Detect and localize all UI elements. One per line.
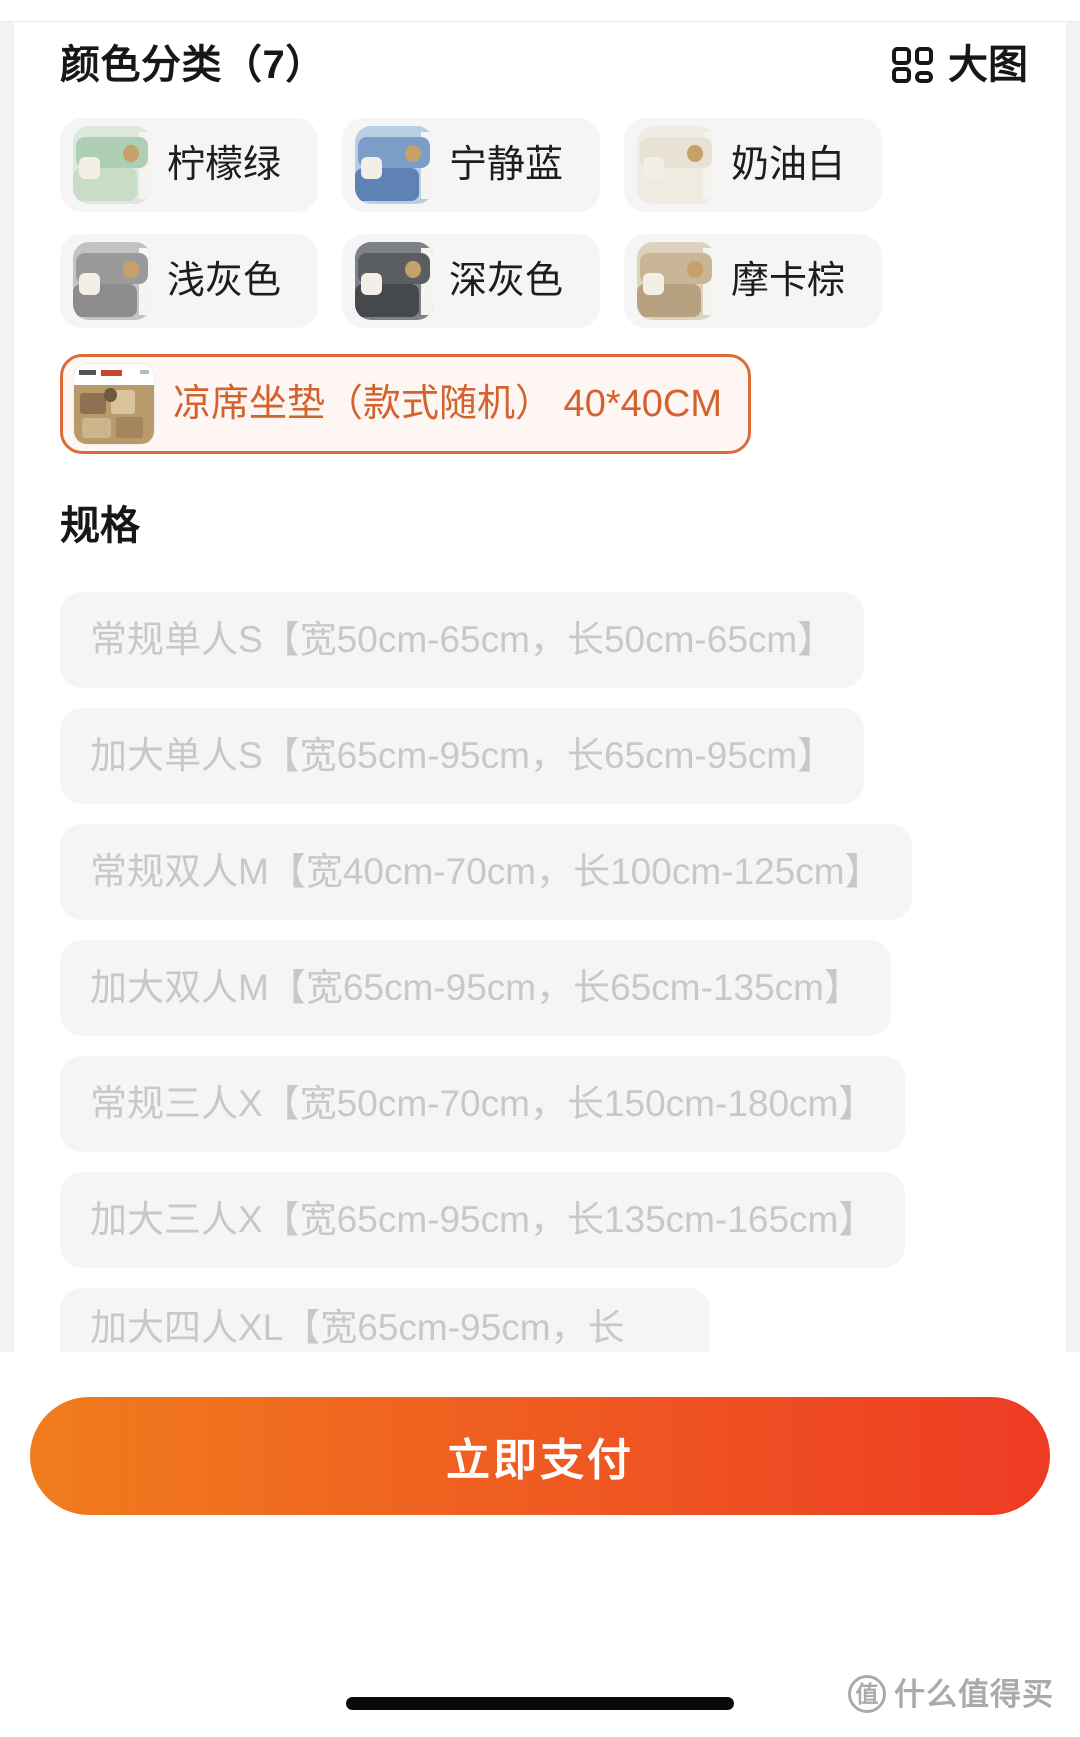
color-thumbnail: [73, 126, 151, 204]
color-thumbnail: [73, 363, 155, 445]
sku-sheet-panel: 颜色分类（7） 大图 柠檬绿 宁静蓝 奶油白 浅灰色 深灰色 摩卡棕 凉席坐垫（…: [14, 22, 1066, 1352]
color-option-chip-selected[interactable]: 凉席坐垫（款式随机） 40*40CM: [60, 354, 751, 454]
spec-option-item[interactable]: 加大三人X【宽65cm-95cm，长135cm-165cm】: [60, 1172, 906, 1268]
page-title: 颜色分类（7）: [60, 43, 326, 87]
color-option-label: 柠檬绿: [167, 144, 282, 186]
color-option-label: 凉席坐垫（款式随机） 40*40CM: [173, 383, 722, 425]
color-thumbnail: [637, 242, 715, 320]
color-section-header: 颜色分类（7） 大图: [14, 22, 1066, 108]
watermark: 值 什么值得买: [848, 1675, 1054, 1713]
watermark-logo-icon: 值: [848, 1675, 886, 1713]
bottom-bar: 立即支付 值 什么值得买: [0, 1352, 1080, 1737]
watermark-text: 什么值得买: [894, 1676, 1054, 1712]
top-strip: [0, 0, 1080, 22]
color-option-chip[interactable]: 奶油白: [624, 118, 882, 212]
spec-options-list: 常规单人S【宽50cm-65cm，长50cm-65cm】 加大单人S【宽65cm…: [14, 546, 1020, 1352]
product-sku-sheet: 颜色分类（7） 大图 柠檬绿 宁静蓝 奶油白 浅灰色 深灰色 摩卡棕 凉席坐垫（…: [0, 0, 1080, 1737]
pay-now-button[interactable]: 立即支付: [30, 1397, 1050, 1515]
color-option-chip[interactable]: 浅灰色: [60, 234, 318, 328]
spec-option-item[interactable]: 常规三人X【宽50cm-70cm，长150cm-180cm】: [60, 1056, 906, 1152]
color-options-grid: 柠檬绿 宁静蓝 奶油白 浅灰色 深灰色 摩卡棕: [14, 108, 1020, 328]
spec-option-item[interactable]: 常规双人M【宽40cm-70cm，长100cm-125cm】: [60, 824, 912, 920]
color-thumbnail: [355, 242, 433, 320]
color-thumbnail: [355, 126, 433, 204]
color-option-label: 宁静蓝: [449, 144, 564, 186]
color-option-label: 浅灰色: [167, 260, 282, 302]
big-image-toggle[interactable]: 大图: [892, 45, 1028, 85]
selected-color-row: 凉席坐垫（款式随机） 40*40CM: [14, 328, 1066, 454]
color-option-chip[interactable]: 摩卡棕: [624, 234, 882, 328]
home-indicator: [346, 1697, 734, 1710]
big-image-label: 大图: [948, 43, 1028, 87]
spec-option-item[interactable]: 加大四人XL【宽65cm-95cm，长165cm-200cm】: [60, 1288, 710, 1352]
color-option-label: 奶油白: [731, 144, 846, 186]
color-option-label: 摩卡棕: [731, 260, 846, 302]
spec-option-item[interactable]: 加大单人S【宽65cm-95cm，长65cm-95cm】: [60, 708, 865, 804]
color-option-chip[interactable]: 柠檬绿: [60, 118, 318, 212]
grid-view-icon: [892, 47, 933, 83]
color-option-label: 深灰色: [449, 260, 564, 302]
color-thumbnail: [73, 242, 151, 320]
spec-option-item[interactable]: 加大双人M【宽65cm-95cm，长65cm-135cm】: [60, 940, 891, 1036]
color-option-chip[interactable]: 深灰色: [342, 234, 600, 328]
spec-section-title: 规格: [60, 504, 140, 548]
color-thumbnail: [637, 126, 715, 204]
color-option-chip[interactable]: 宁静蓝: [342, 118, 600, 212]
spec-option-item[interactable]: 常规单人S【宽50cm-65cm，长50cm-65cm】: [60, 592, 865, 688]
